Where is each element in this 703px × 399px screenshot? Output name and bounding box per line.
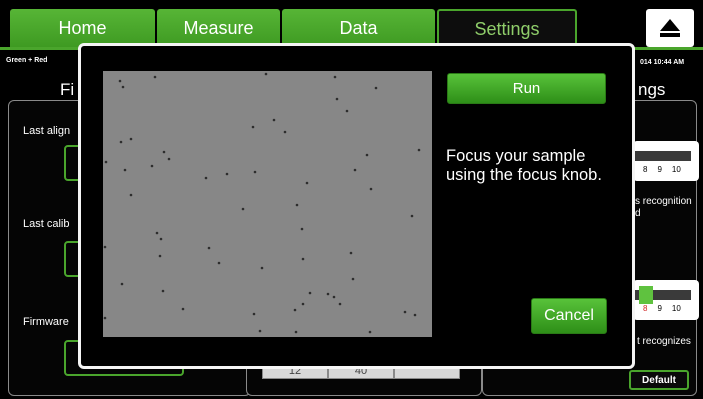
eject-icon bbox=[660, 19, 680, 37]
tab-home-label: Home bbox=[58, 17, 107, 38]
tab-data-label: Data bbox=[339, 17, 378, 38]
slider-ticks: 8 9 10 bbox=[643, 304, 681, 313]
slider-handle[interactable] bbox=[639, 286, 653, 304]
recognition-text: s recognition bbox=[635, 196, 692, 207]
tab-settings-label: Settings bbox=[474, 18, 540, 39]
tab-home[interactable]: Home bbox=[10, 9, 155, 47]
recognition-slider[interactable]: 8 9 10 bbox=[633, 141, 699, 181]
recognize-slider[interactable]: 8 9 10 bbox=[633, 280, 699, 320]
left-panel-heading: Fi bbox=[60, 80, 75, 99]
camera-image bbox=[103, 72, 421, 334]
firmware-label: Firmware bbox=[23, 316, 69, 328]
channel-mode-label: Green + Red bbox=[6, 57, 48, 64]
recognition-text-2: d bbox=[635, 208, 641, 219]
run-button[interactable]: Run bbox=[447, 73, 606, 104]
cancel-button[interactable]: Cancel bbox=[531, 298, 607, 334]
eject-button[interactable] bbox=[646, 9, 694, 47]
tab-settings[interactable]: Settings bbox=[437, 9, 577, 47]
default-button[interactable]: Default bbox=[629, 370, 689, 390]
tab-measure-label: Measure bbox=[183, 17, 254, 38]
last-align-label: Last align bbox=[23, 125, 71, 137]
last-calib-label: Last calib bbox=[23, 218, 70, 230]
focus-instruction: Focus your sample using the focus knob. bbox=[446, 147, 602, 184]
recognizes-text: t recognizes bbox=[637, 336, 691, 347]
right-panel-heading: ngs bbox=[638, 80, 666, 99]
slider-track bbox=[635, 151, 691, 161]
camera-preview bbox=[103, 71, 432, 337]
slider-ticks: 8 9 10 bbox=[643, 165, 681, 174]
tab-data[interactable]: Data bbox=[282, 9, 435, 47]
datetime-label: 014 10:44 AM bbox=[640, 59, 685, 66]
tab-measure[interactable]: Measure bbox=[157, 9, 280, 47]
